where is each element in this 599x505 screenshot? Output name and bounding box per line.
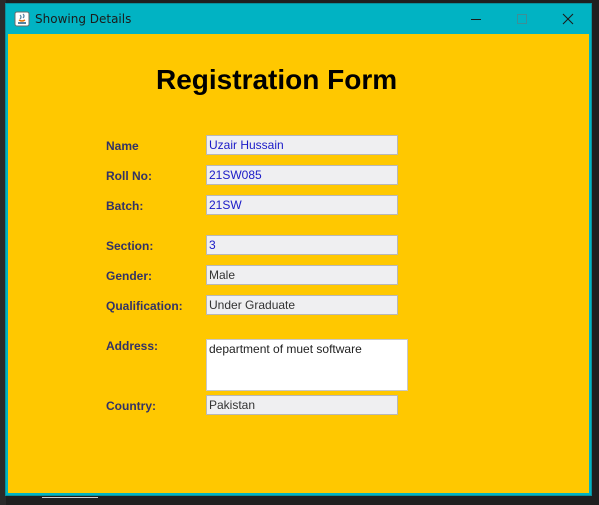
batch-label: Batch: [106, 199, 144, 213]
name-field[interactable]: Uzair Hussain [206, 135, 398, 155]
gender-field[interactable]: Male [206, 265, 398, 285]
address-textarea[interactable]: department of muet software [206, 339, 408, 391]
roll-no-field[interactable]: 21SW085 [206, 165, 398, 185]
qualification-label: Qualification: [106, 299, 183, 313]
qualification-field[interactable]: Under Graduate [206, 295, 398, 315]
form-panel: Registration Form Name Uzair Hussain Rol… [8, 34, 589, 493]
maximize-icon [517, 14, 527, 24]
section-field[interactable]: 3 [206, 235, 398, 255]
batch-field[interactable]: 21SW [206, 195, 398, 215]
address-label: Address: [106, 339, 159, 353]
section-label: Section: [106, 239, 154, 253]
form-heading: Registration Form [156, 64, 398, 95]
java-app-icon [14, 11, 30, 27]
minimize-icon [471, 19, 481, 20]
close-button[interactable] [545, 4, 591, 34]
close-icon [562, 13, 574, 25]
title-bar[interactable]: Showing Details [6, 4, 591, 34]
country-field[interactable]: Pakistan [206, 395, 398, 415]
minimize-button[interactable] [453, 4, 499, 34]
gender-label: Gender: [106, 269, 153, 283]
country-label: Country: [106, 399, 156, 413]
name-label: Name [106, 139, 139, 153]
details-window: Showing Details Registration Form Name U… [6, 4, 591, 495]
maximize-button[interactable] [499, 4, 545, 34]
ide-underline [42, 497, 98, 498]
window-title: Showing Details [35, 12, 132, 26]
roll-no-label: Roll No: [106, 169, 152, 183]
